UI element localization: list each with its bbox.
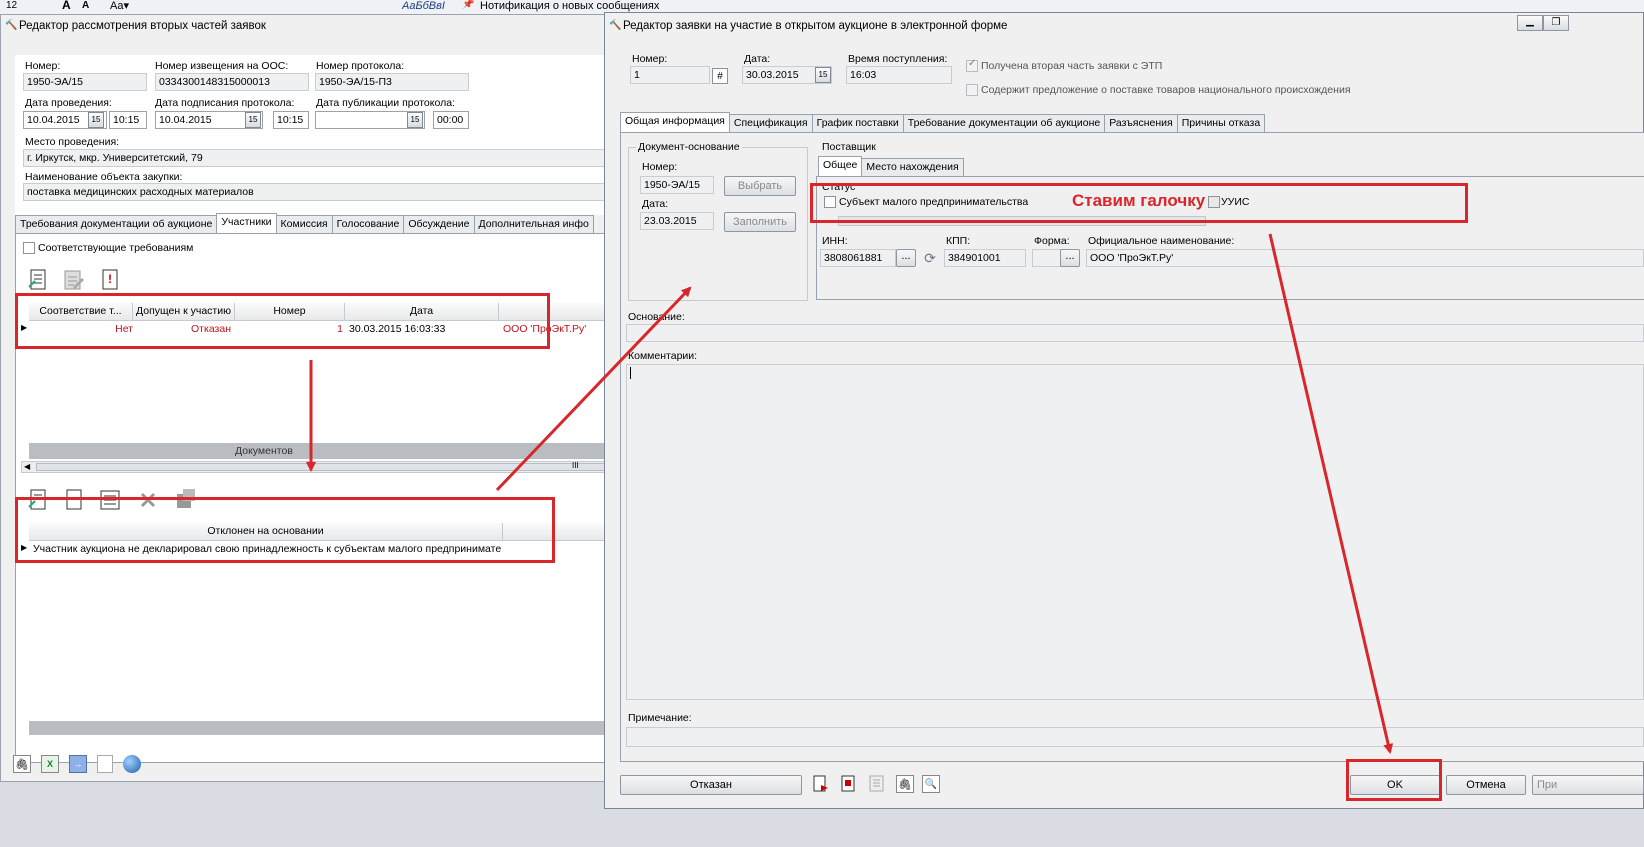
tab-general-info[interactable]: Общая информация (620, 112, 730, 132)
arrow-to-editor (495, 286, 692, 492)
arrow-to-ok (1268, 233, 1394, 754)
annotation-arrows (306, 233, 1394, 754)
tab-participants[interactable]: Участники (216, 213, 277, 233)
tab-supplier-general[interactable]: Общее (818, 156, 863, 176)
